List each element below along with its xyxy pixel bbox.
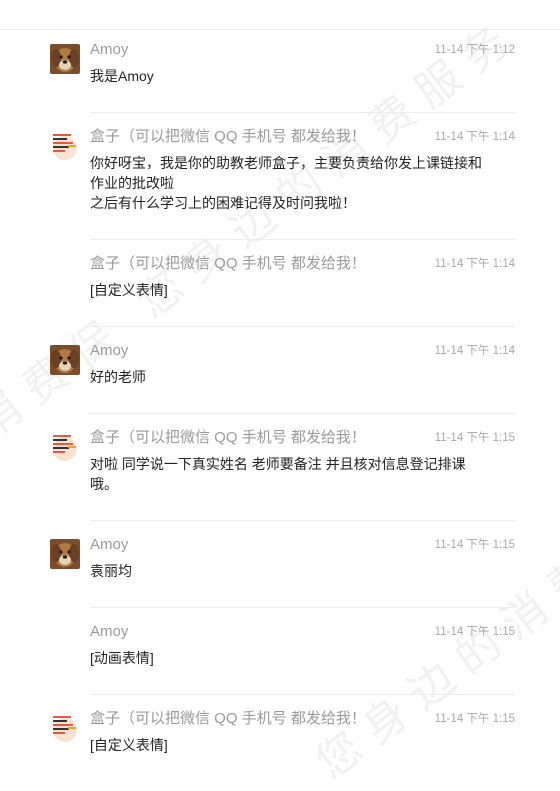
message-timestamp: 11-14 下午 1:15 — [434, 432, 515, 444]
chat-message: 盒子（可以把微信 QQ 手机号 都发给我！ 11-14 下午 1:15 [自定义… — [50, 694, 515, 781]
message-text: 对啦 同学说一下真实姓名 老师要备注 并且核对信息登记排课哦。 — [90, 456, 466, 492]
message-text: 我是Amoy — [90, 68, 154, 84]
chat-history: Amoy 11-14 下午 1:12 我是Amoy 盒子（可以把微信 QQ 手机… — [0, 40, 560, 781]
message-timestamp: 11-14 下午 1:14 — [434, 131, 515, 143]
box-sticker-icon[interactable] — [50, 713, 80, 743]
chat-message: Amoy 11-14 下午 1:14 好的老师 — [50, 326, 515, 413]
message-divider — [90, 607, 515, 608]
chat-message: Amoy 11-14 下午 1:15 袁丽均 — [50, 520, 515, 607]
message-timestamp: 11-14 下午 1:12 — [434, 44, 515, 56]
box-sticker-icon[interactable] — [50, 432, 80, 462]
sender-name: Amoy — [90, 536, 129, 553]
message-text: 好的老师 — [90, 369, 146, 385]
message-timestamp: 11-14 下午 1:14 — [434, 345, 515, 357]
chat-message: 盒子（可以把微信 QQ 手机号 都发给我！ 11-14 下午 1:14 你好呀宝… — [50, 112, 515, 239]
message-timestamp: 11-14 下午 1:15 — [434, 626, 515, 638]
message-text: [动画表情] — [90, 650, 154, 666]
chat-message: 盒子（可以把微信 QQ 手机号 都发给我！ 11-14 下午 1:14 [自定义… — [90, 239, 515, 326]
sender-name: Amoy — [90, 41, 129, 58]
message-text: [自定义表情] — [90, 737, 168, 753]
message-text: 你好呀宝，我是你的助教老师盒子，主要负责给你发上课链接和作业的批改啦 之后有什么… — [90, 155, 482, 211]
message-timestamp: 11-14 下午 1:15 — [434, 713, 515, 725]
sender-name: Amoy — [90, 623, 129, 640]
dog-photo-icon[interactable] — [50, 44, 80, 74]
message-divider — [90, 326, 515, 327]
message-timestamp: 11-14 下午 1:14 — [434, 258, 515, 270]
sender-name: 盒子（可以把微信 QQ 手机号 都发给我！ — [90, 255, 366, 272]
message-text: [自定义表情] — [90, 282, 168, 298]
sender-name: 盒子（可以把微信 QQ 手机号 都发给我！ — [90, 710, 366, 727]
message-text: 袁丽均 — [90, 563, 132, 579]
message-divider — [90, 413, 515, 414]
top-divider — [0, 29, 560, 30]
chat-message: 盒子（可以把微信 QQ 手机号 都发给我！ 11-14 下午 1:15 对啦 同… — [50, 413, 515, 520]
message-divider — [90, 694, 515, 695]
chat-message: Amoy 11-14 下午 1:12 我是Amoy — [50, 40, 515, 112]
box-sticker-icon[interactable] — [50, 131, 80, 161]
message-divider — [90, 520, 515, 521]
message-divider — [90, 112, 515, 113]
message-timestamp: 11-14 下午 1:15 — [434, 539, 515, 551]
dog-photo-icon[interactable] — [50, 539, 80, 569]
sender-name: 盒子（可以把微信 QQ 手机号 都发给我！ — [90, 429, 366, 446]
message-divider — [90, 239, 515, 240]
sender-name: 盒子（可以把微信 QQ 手机号 都发给我！ — [90, 128, 366, 145]
sender-name: Amoy — [90, 342, 129, 359]
chat-message: Amoy 11-14 下午 1:15 [动画表情] — [90, 607, 515, 694]
dog-photo-icon[interactable] — [50, 345, 80, 375]
